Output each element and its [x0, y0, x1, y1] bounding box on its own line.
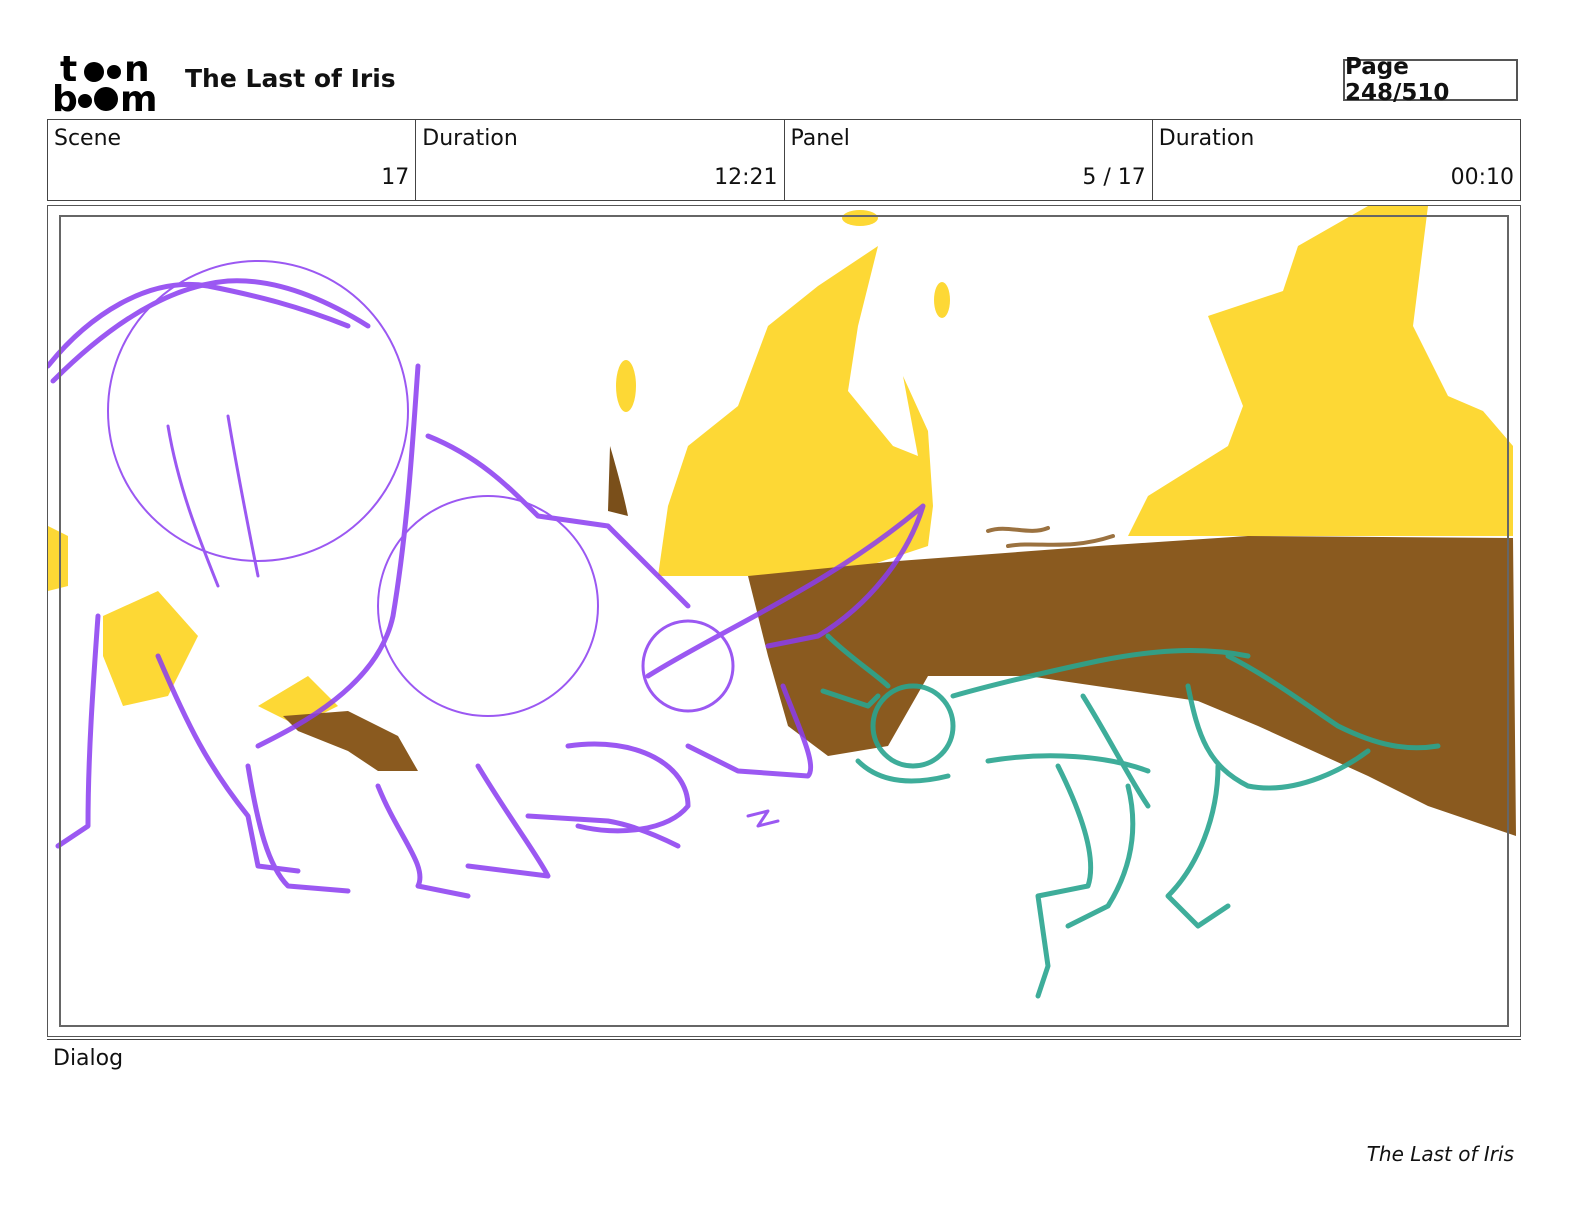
page-indicator: Page 248/510: [1343, 54, 1518, 106]
scene-cell: Scene 17: [48, 120, 417, 200]
scene-value: 17: [381, 165, 410, 190]
panel-duration-cell: Duration 00:10: [1153, 120, 1520, 200]
panel-info-table: Scene 17 Duration 12:21 Panel 5 / 17 Dur…: [47, 119, 1521, 201]
logo-dot: [78, 94, 92, 108]
logo-dot: [84, 62, 104, 82]
logo-dot: [107, 65, 121, 79]
scene-duration-cell: Duration 12:21: [416, 120, 785, 200]
scene-label: Scene: [54, 126, 122, 151]
logo-letter-m: m: [120, 79, 158, 120]
dialog-divider: [47, 1039, 1521, 1040]
panel-duration-value: 00:10: [1450, 165, 1514, 190]
panel-frame-inner: [59, 215, 1509, 1027]
panel-duration-label: Duration: [1158, 126, 1255, 151]
project-title: The Last of Iris: [185, 64, 396, 93]
panel-value: 5 / 17: [1082, 165, 1146, 190]
scene-duration-value: 12:21: [714, 165, 778, 190]
panel-cell: Panel 5 / 17: [785, 120, 1153, 200]
footer-project-title: The Last of Iris: [1366, 1142, 1514, 1166]
dialog-label: Dialog: [53, 1046, 124, 1071]
logo-letter-b: b: [52, 79, 78, 120]
scene-duration-label: Duration: [422, 126, 518, 151]
logo-dot: [94, 87, 118, 111]
toonboom-logo: t n b m: [52, 50, 164, 118]
panel-label: Panel: [790, 126, 850, 151]
